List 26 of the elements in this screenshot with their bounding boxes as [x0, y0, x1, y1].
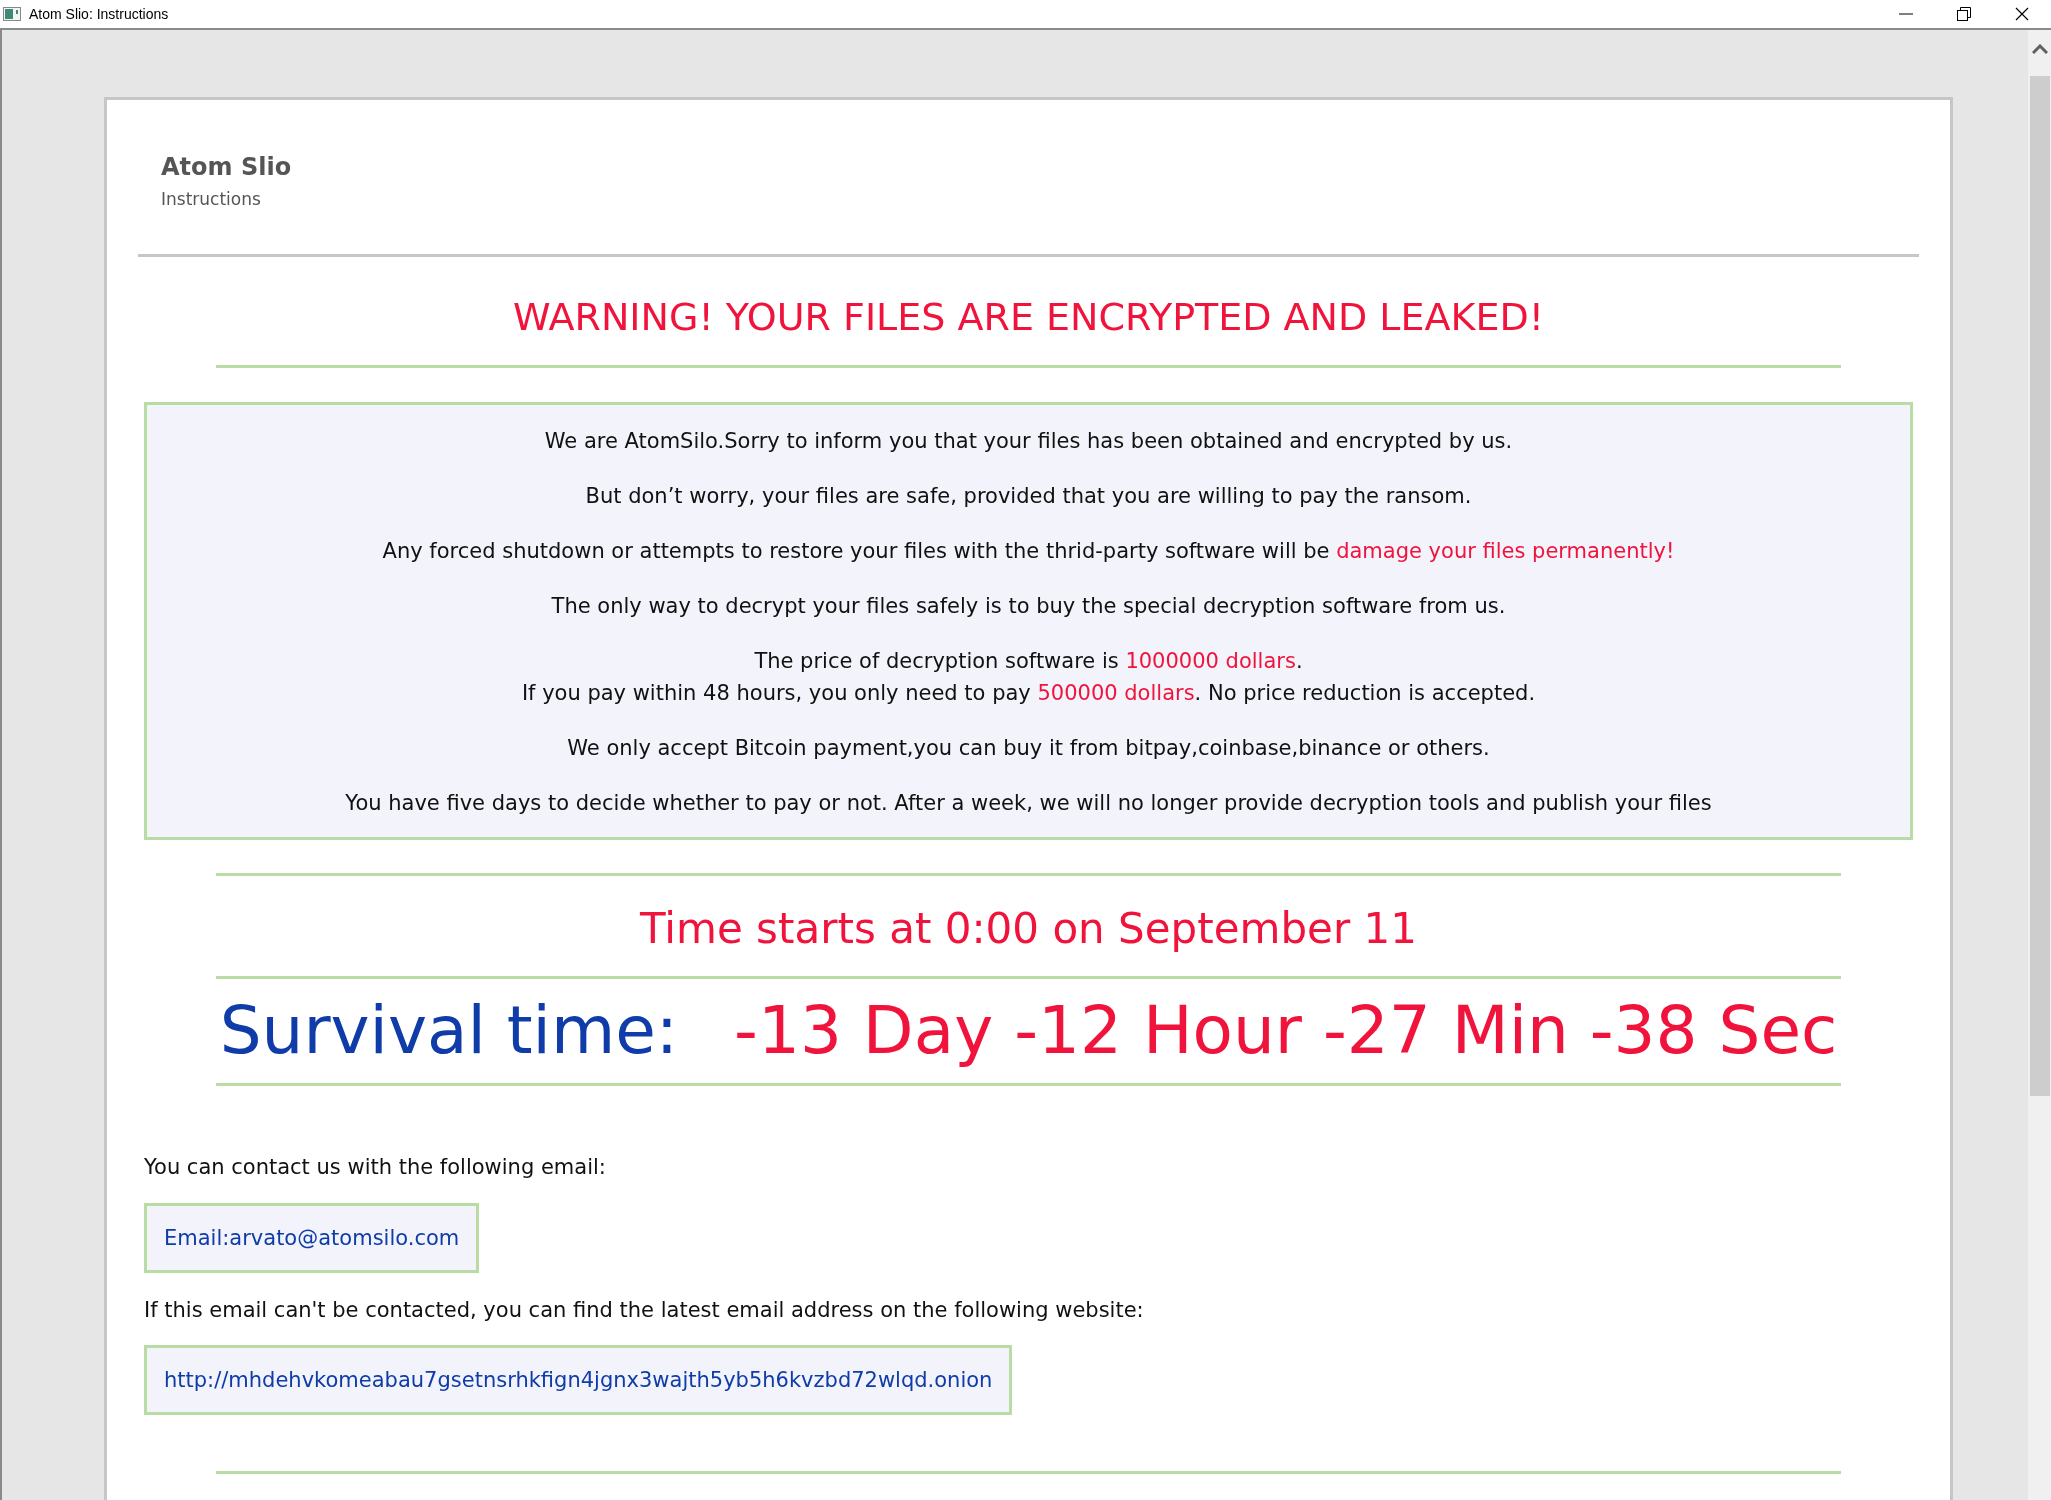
time-start-text: Time starts at 0:00 on September 11 [640, 903, 1417, 955]
page-title: Atom Slio [161, 152, 293, 182]
minimize-icon [1899, 13, 1913, 15]
notice-text: The only way to decrypt your files safely is to buy the special decryption software from us. [551, 593, 1506, 620]
scroll-up-icon[interactable] [2031, 44, 2048, 54]
window-title: Atom Slio: Instructions [29, 4, 169, 24]
email-address: Email:arvato@atomsilo.com [164, 1226, 460, 1250]
app-icon [3, 7, 21, 21]
warning-heading: WARNING! YOUR FILES ARE ENCRYPTED AND LEAKED! [513, 294, 1544, 341]
notice-text: If you pay within 48 hours, you only need to pay 500000 dollars. No price reduction is accepted. [521, 680, 1536, 707]
countdown-text: -13 Day -12 Hour -27 Min -38 Sec [734, 991, 1838, 1071]
scroll-thumb[interactable] [2029, 76, 2050, 1096]
notice-text: But don’t worry, your files are safe, provided that you are willing to pay the ransom. [585, 483, 1472, 510]
notice-text: You have five days to decide whether to pay or not. After a week, we will no longer provide decryption tools and publish your files [345, 790, 1712, 817]
notice-text: We only accept Bitcoin payment,you can buy it from bitpay,coinbase,binance or others. [567, 735, 1490, 762]
notice-text: Any forced shutdown or attempts to restore your files with the thrid-party software will be damage your files permanently! [382, 538, 1675, 565]
fallback-text: If this email can't be contacted, you can find the latest email address on the following website: [144, 1297, 1144, 1324]
restore-icon [1957, 7, 1971, 21]
notice-text: The price of decryption software is 1000000 dollars. [754, 648, 1303, 675]
survival-label: Survival time: [219, 991, 679, 1071]
website-url: http://mhdehvkomeabau7gsetnsrhkfign4jgnx3wajth5yb5h6kvzbd72wlqd.onion [164, 1368, 993, 1392]
close-icon [2015, 7, 2029, 21]
notice-text: We are AtomSilo.Sorry to inform you that your files has been obtained and encrypted by us. [544, 428, 1513, 455]
scrollbar[interactable] [2028, 30, 2051, 1500]
page-subtitle: Instructions [161, 188, 262, 210]
contact-text: You can contact us with the following email: [144, 1154, 606, 1181]
